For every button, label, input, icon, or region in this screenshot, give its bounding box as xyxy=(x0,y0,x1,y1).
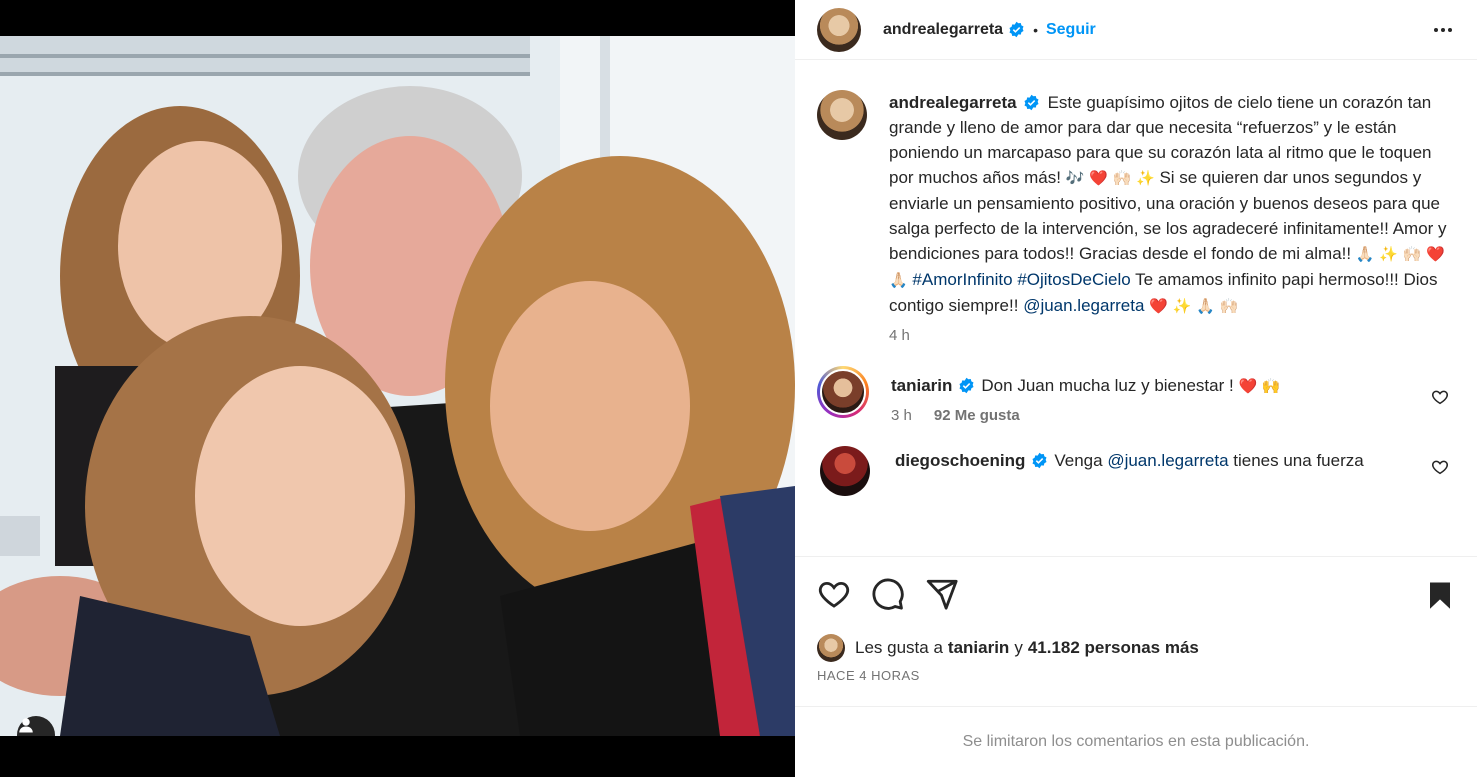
mention-juan-legarreta[interactable]: @juan.legarreta xyxy=(1023,296,1144,315)
comment-likes[interactable]: 92 Me gusta xyxy=(934,407,1020,424)
emoji-group-3: ❤️ ✨ 🙏🏻 🙌🏻 xyxy=(1149,297,1239,315)
share-button[interactable] xyxy=(925,577,959,611)
heart-icon xyxy=(818,581,850,608)
more-options-button[interactable] xyxy=(1431,20,1455,40)
comments-list[interactable]: andrealegarreta Este guapísimo ojitos de … xyxy=(795,72,1477,555)
liker-avatar[interactable] xyxy=(817,634,845,662)
caption-author-username[interactable]: andrealegarreta xyxy=(889,93,1017,112)
commenter-avatar[interactable] xyxy=(817,366,869,418)
comment-emoji: ❤️ 🙌 xyxy=(1238,377,1281,395)
heart-icon[interactable] xyxy=(1431,458,1449,476)
save-button[interactable] xyxy=(1425,579,1455,611)
verified-icon xyxy=(1009,21,1024,38)
comments-limited-notice: Se limitaron los comentarios en esta pub… xyxy=(795,706,1477,777)
separator-dot: • xyxy=(1033,21,1038,38)
hashtag-ojitosdecielo[interactable]: #OjitosDeCielo xyxy=(1017,270,1130,289)
hashtag-amorinfinito[interactable]: #AmorInfinito xyxy=(912,270,1012,289)
comment-text: diegoschoening Venga @juan.legarreta tien… xyxy=(895,448,1455,473)
comment-body-after: tienes una fuerza xyxy=(1233,451,1364,470)
follow-button[interactable]: Seguir xyxy=(1046,21,1096,39)
emoji-group-1: ❤️ 🙌🏻 ✨ xyxy=(1089,169,1155,187)
author-username[interactable]: andrealegarreta xyxy=(883,21,1003,39)
more-icon xyxy=(1434,28,1438,32)
caption: andrealegarreta Este guapísimo ojitos de … xyxy=(817,90,1455,344)
commenter-username[interactable]: diegoschoening xyxy=(895,451,1025,470)
post-header: andrealegarreta • Seguir xyxy=(795,0,1477,60)
commenter-avatar[interactable] xyxy=(820,446,870,496)
heart-icon[interactable] xyxy=(1431,388,1449,406)
commenter-username[interactable]: taniarin xyxy=(891,376,952,395)
verified-icon xyxy=(1032,452,1047,469)
comment-meta: 3 h 92 Me gusta xyxy=(891,407,1451,424)
likes-summary: Les gusta a taniarin y 41.182 personas m… xyxy=(817,634,1204,662)
post-details-panel: andrealegarreta • Seguir andrealegarreta… xyxy=(795,0,1477,777)
comment-button[interactable] xyxy=(871,577,905,611)
user-tag-icon xyxy=(19,718,33,733)
likes-user[interactable]: taniarin xyxy=(948,638,1009,658)
likes-count[interactable]: 41.182 personas más xyxy=(1028,638,1199,658)
verified-icon xyxy=(959,377,974,394)
comment-text: taniarin Don Juan mucha luz y bienestar !… xyxy=(891,373,1451,399)
comment-item: diegoschoening Venga @juan.legarreta tien… xyxy=(817,446,1455,496)
comment-icon xyxy=(872,578,904,610)
caption-meta: 4 h xyxy=(889,327,1449,344)
post-photo[interactable] xyxy=(0,36,795,736)
action-bar xyxy=(795,556,1477,631)
comment-body: Don Juan mucha luz y bienestar ! xyxy=(981,376,1234,395)
like-button[interactable] xyxy=(817,577,851,611)
caption-text: andrealegarreta Este guapísimo ojitos de … xyxy=(889,90,1449,319)
media-panel xyxy=(0,0,795,777)
author-avatar[interactable] xyxy=(817,7,861,52)
comment-time[interactable]: 3 h xyxy=(891,407,912,424)
comment-body-before: Venga xyxy=(1054,451,1103,470)
instagram-post-modal: andrealegarreta • Seguir andrealegarreta… xyxy=(0,0,1477,777)
share-icon xyxy=(926,579,958,610)
bookmark-icon xyxy=(1430,582,1450,609)
likes-conj: y xyxy=(1014,638,1023,657)
verified-icon xyxy=(1024,94,1039,111)
mention-juan-legarreta[interactable]: @juan.legarreta xyxy=(1107,451,1228,470)
likes-prefix: Les gusta a xyxy=(855,638,943,657)
caption-author-avatar[interactable] xyxy=(817,90,867,140)
post-timestamp[interactable]: HACE 4 HORAS xyxy=(817,668,920,683)
caption-time[interactable]: 4 h xyxy=(889,327,910,344)
comment-item: taniarin Don Juan mucha luz y bienestar !… xyxy=(817,366,1455,424)
emoji-notes: 🎶 xyxy=(1065,169,1085,187)
